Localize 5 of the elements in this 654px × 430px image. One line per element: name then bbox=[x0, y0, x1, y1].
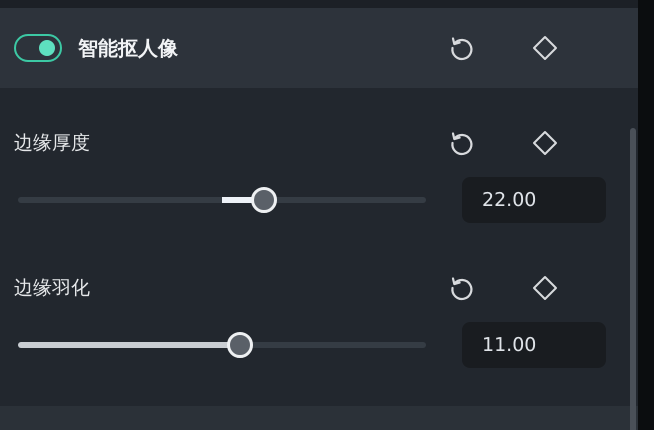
section-title: 智能抠人像 bbox=[78, 34, 179, 62]
value-field[interactable]: 11.00 bbox=[462, 322, 606, 368]
param-label: 边缘厚度 bbox=[14, 131, 90, 156]
param-label: 边缘羽化 bbox=[14, 276, 90, 301]
value-field[interactable]: 22.00 bbox=[462, 177, 606, 223]
